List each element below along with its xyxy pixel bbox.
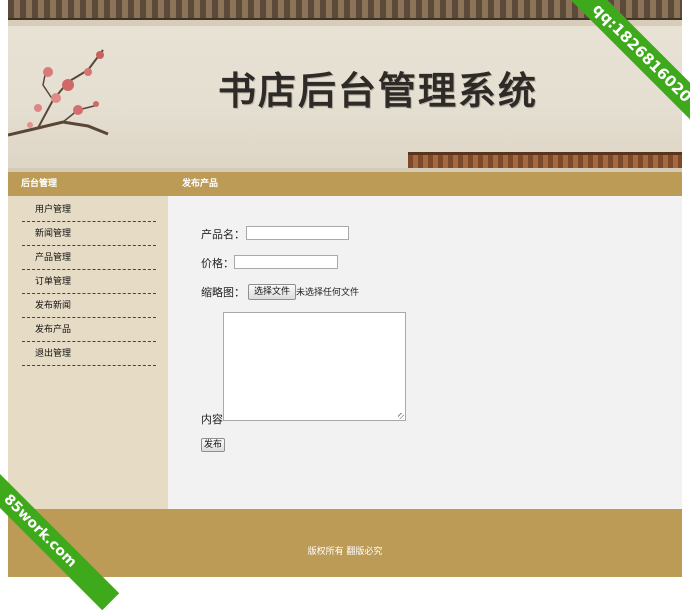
sidebar-item-order-management[interactable]: 订单管理 — [22, 270, 156, 294]
sidebar-item-logout[interactable]: 退出管理 — [22, 342, 156, 366]
sidebar-item-product-management[interactable]: 产品管理 — [22, 246, 156, 270]
footer: 版权所有 翻版必究 — [8, 509, 682, 577]
price-input[interactable] — [234, 255, 338, 269]
product-name-input[interactable] — [246, 226, 349, 240]
sidebar-item-user-management[interactable]: 用户管理 — [22, 198, 156, 222]
product-name-label: 产品名： — [201, 228, 245, 241]
thumbnail-label: 缩略图： — [201, 286, 245, 299]
content-label: 内容 — [201, 413, 223, 426]
publish-button[interactable]: 发布 — [201, 438, 226, 452]
price-label: 价格： — [201, 257, 234, 270]
sidebar: 后台管理 用户管理 新闻管理 产品管理 订单管理 发布新闻 发布产品 退出管理 — [8, 172, 168, 509]
sidebar-nav: 用户管理 新闻管理 产品管理 订单管理 发布新闻 发布产品 退出管理 — [22, 198, 156, 366]
resize-grip-icon[interactable] — [398, 413, 404, 419]
plum-blossom-decoration — [8, 49, 109, 137]
site-title: 书店后台管理系统 — [217, 69, 538, 113]
main-panel: 发布产品 产品名： 价格： 缩略图： 选择文件 未选择任何文件 内容 发布 — [168, 172, 682, 509]
sidebar-item-publish-news[interactable]: 发布新闻 — [22, 294, 156, 318]
file-status-text: 未选择任何文件 — [296, 288, 360, 298]
content-textarea[interactable] — [223, 312, 406, 421]
sidebar-item-news-management[interactable]: 新闻管理 — [22, 222, 156, 246]
sidebar-item-publish-product[interactable]: 发布产品 — [22, 318, 156, 342]
sidebar-header: 后台管理 — [8, 172, 168, 196]
choose-file-button[interactable]: 选择文件 — [248, 284, 297, 300]
copyright-text: 版权所有 翻版必究 — [307, 547, 383, 557]
admin-page: 书店后台管理系统 后台管理 用户管理 新闻管理 产品管理 订单管理 发布新闻 发… — [8, 0, 682, 577]
header-banner: 书店后台管理系统 — [8, 0, 682, 172]
main-header: 发布产品 — [168, 172, 682, 196]
roof-shadow-decoration — [8, 20, 682, 26]
